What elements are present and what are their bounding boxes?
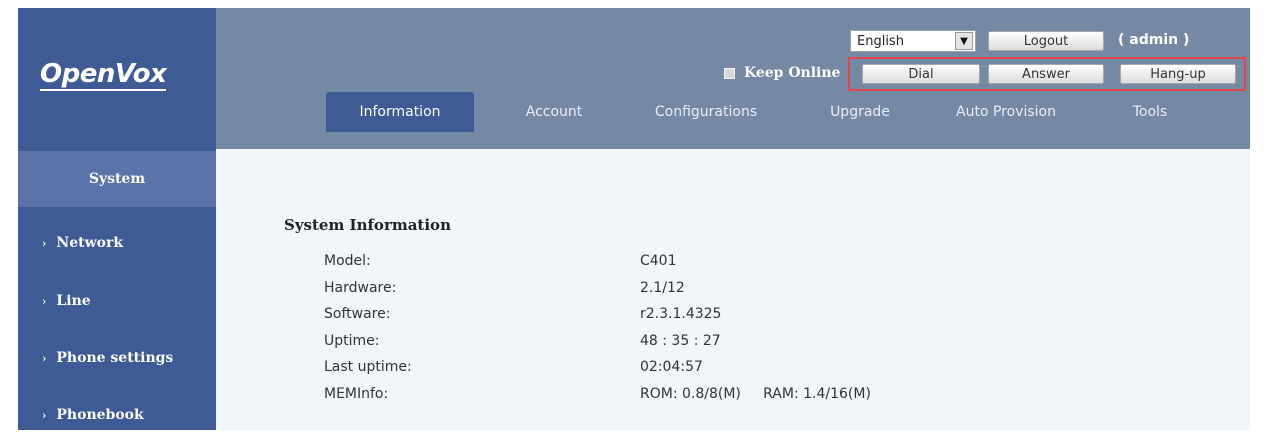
sidebar-item-label: Network bbox=[56, 235, 124, 251]
last-uptime-value: 02:04:57 bbox=[640, 359, 703, 375]
tab-upgrade[interactable]: Upgrade bbox=[810, 92, 910, 132]
model-label: Model: bbox=[324, 253, 371, 269]
meminfo-value: ROM: 0.8/8(M) RAM: 1.4/16(M) bbox=[640, 386, 871, 402]
dial-button[interactable]: Dial bbox=[862, 64, 980, 84]
hardware-label: Hardware: bbox=[324, 280, 397, 296]
openvox-logo: OpenVox bbox=[40, 59, 167, 91]
sidebar-item-system[interactable]: System bbox=[18, 151, 216, 207]
answer-button[interactable]: Answer bbox=[988, 64, 1104, 84]
chevron-right-icon: › bbox=[42, 351, 47, 365]
logo-area: OpenVox bbox=[18, 8, 216, 149]
sidebar: System › Network › Line › Phone settings… bbox=[18, 149, 216, 430]
language-select[interactable]: English ▼ bbox=[850, 30, 976, 52]
language-value: English bbox=[857, 33, 904, 49]
meminfo-label: MEMInfo: bbox=[324, 386, 389, 402]
web-ui-frame: OpenVox English ▼ Logout ( admin ) Keep … bbox=[18, 8, 1250, 430]
uptime-value: 48 : 35 : 27 bbox=[640, 333, 721, 349]
hang-up-button[interactable]: Hang-up bbox=[1120, 64, 1236, 84]
keep-online-checkbox[interactable] bbox=[724, 67, 735, 79]
software-value: r2.3.1.4325 bbox=[640, 306, 722, 322]
sidebar-item-line[interactable]: › Line bbox=[18, 273, 216, 329]
tab-account[interactable]: Account bbox=[506, 92, 602, 132]
keep-online-label: Keep Online bbox=[744, 65, 841, 81]
header-bar: English ▼ Logout ( admin ) Keep Online D… bbox=[216, 8, 1250, 149]
sidebar-item-label: Line bbox=[56, 293, 91, 309]
section-title: System Information bbox=[284, 216, 451, 234]
sidebar-item-label: Phone settings bbox=[56, 350, 174, 366]
sidebar-item-network[interactable]: › Network bbox=[18, 215, 216, 271]
chevron-right-icon: › bbox=[42, 236, 47, 250]
tab-configurations[interactable]: Configurations bbox=[636, 92, 776, 132]
software-label: Software: bbox=[324, 306, 391, 322]
sidebar-item-label: System bbox=[88, 171, 146, 187]
keep-online-toggle[interactable]: Keep Online bbox=[724, 65, 840, 81]
chevron-right-icon: › bbox=[42, 294, 47, 308]
dropdown-arrow-icon[interactable]: ▼ bbox=[955, 32, 973, 50]
current-user-label: ( admin ) bbox=[1118, 32, 1190, 48]
sidebar-item-phone-settings[interactable]: › Phone settings bbox=[18, 330, 216, 386]
tab-tools[interactable]: Tools bbox=[1112, 92, 1188, 132]
uptime-label: Uptime: bbox=[324, 333, 380, 349]
main-content: System Information Model: C401 Hardware:… bbox=[216, 149, 1250, 430]
hardware-value: 2.1/12 bbox=[640, 280, 685, 296]
model-value: C401 bbox=[640, 253, 677, 269]
chevron-right-icon: › bbox=[42, 408, 47, 422]
sidebar-item-label: Phonebook bbox=[56, 407, 144, 423]
tab-information[interactable]: Information bbox=[326, 92, 474, 132]
last-uptime-label: Last uptime: bbox=[324, 359, 412, 375]
sidebar-item-phonebook[interactable]: › Phonebook bbox=[18, 387, 216, 432]
logout-button[interactable]: Logout bbox=[988, 31, 1104, 51]
tab-auto-provision[interactable]: Auto Provision bbox=[938, 92, 1074, 132]
